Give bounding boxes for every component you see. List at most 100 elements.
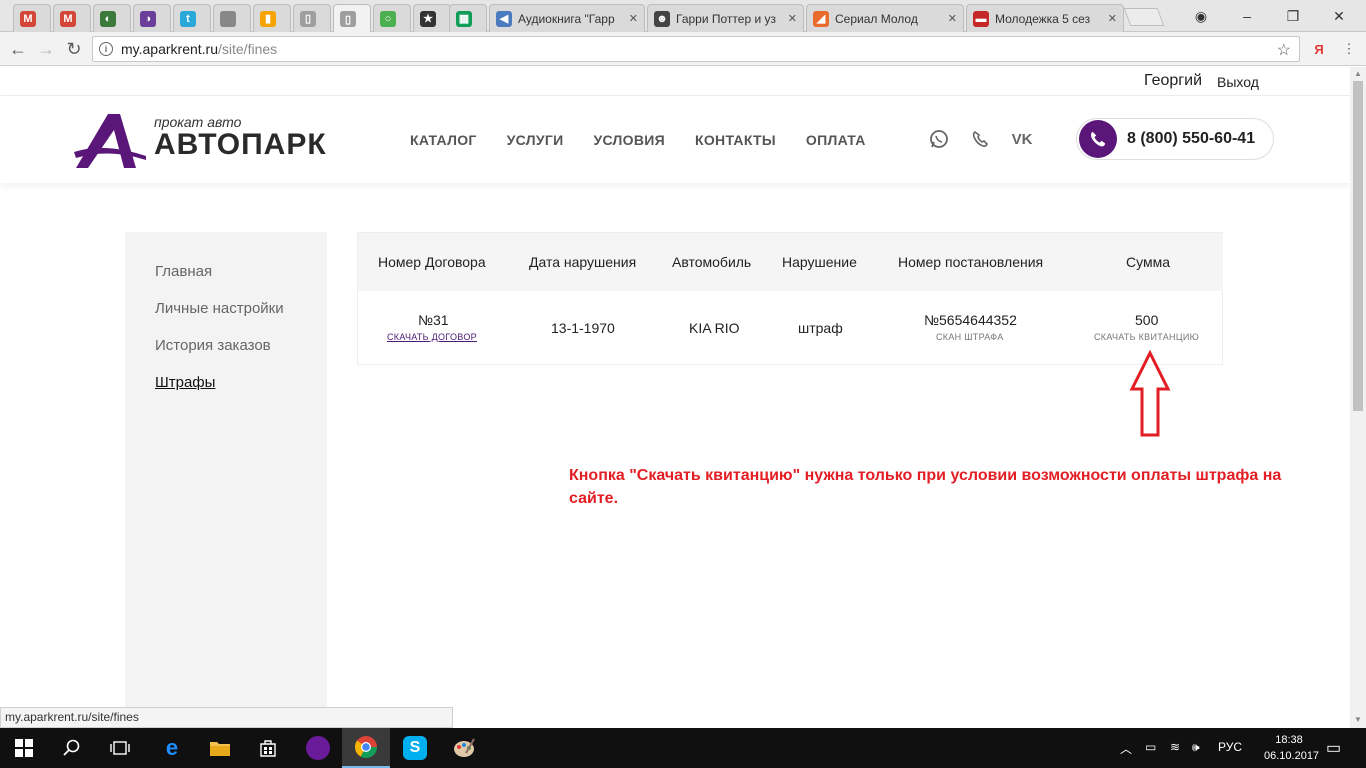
browser-tab[interactable]: ▬ Молодежка 5 сез ✕	[966, 4, 1124, 32]
browser-tab[interactable]: ◢ Сериал Молод ✕	[806, 4, 964, 32]
vk-icon[interactable]: VK	[1011, 128, 1033, 150]
address-bar[interactable]: i my.aparkrent.ru/site/fines ☆	[92, 36, 1300, 62]
document-icon: ▯	[340, 11, 356, 27]
annotation-arrow-icon	[1129, 350, 1171, 437]
sidebar-item-orders[interactable]: История заказов	[155, 337, 271, 354]
page-scrollbar[interactable]: ▲ ▼	[1350, 67, 1366, 728]
wifi-icon[interactable]: ≋	[1170, 740, 1180, 754]
cell-car: KIA RIO	[689, 320, 740, 336]
cell-contract: №31	[418, 312, 449, 328]
app-icon: ◢	[813, 10, 829, 27]
column-header-amount: Сумма	[1126, 254, 1170, 270]
browser-tab[interactable]: ☻ Гарри Поттер и уз ✕	[647, 4, 804, 32]
browser-tab[interactable]: ▯	[333, 4, 371, 33]
browser-tab[interactable]: M	[13, 4, 51, 32]
reload-icon[interactable]: ↻	[62, 37, 86, 61]
scroll-down-icon[interactable]: ▼	[1354, 715, 1362, 724]
logo[interactable]: прокат авто АВТОПАРК	[74, 112, 344, 172]
site-info-icon[interactable]: i	[99, 42, 113, 56]
new-tab-button[interactable]	[1123, 8, 1165, 26]
clock[interactable]: 18:38 06.10.2017	[1264, 732, 1320, 764]
app-icon: t	[180, 10, 196, 27]
store-icon[interactable]	[244, 728, 292, 768]
tab-close-icon[interactable]: ✕	[629, 12, 638, 25]
scroll-up-icon[interactable]: ▲	[1354, 69, 1362, 78]
menu-catalog[interactable]: КАТАЛОГ	[410, 132, 477, 148]
column-header-contract: Номер Договора	[378, 254, 486, 270]
menu-services[interactable]: УСЛУГИ	[507, 132, 564, 148]
browser-tab[interactable]: ○	[373, 4, 411, 32]
profile-icon[interactable]: ◉	[1178, 0, 1224, 32]
tray-chevron-icon[interactable]: ︿	[1120, 740, 1132, 757]
column-header-resolution: Номер постановления	[898, 254, 1044, 270]
browser-menu-icon[interactable]: ⋮	[1340, 40, 1358, 58]
site-header: прокат авто АВТОПАРК КАТАЛОГ УСЛУГИ УСЛО…	[0, 96, 1350, 183]
cell-violation: штраф	[798, 320, 843, 336]
clock-date: 06.10.2017	[1264, 750, 1320, 762]
fine-scan-link[interactable]: СКАН ШТРАФА	[936, 332, 1004, 342]
tab-title: Сериал Молод	[835, 11, 918, 26]
browser-tab[interactable]: ▦	[449, 4, 487, 32]
browser-tab[interactable]: ◐	[93, 4, 131, 32]
tab-close-icon[interactable]: ✕	[788, 12, 797, 25]
purple-app-icon[interactable]	[294, 728, 342, 768]
download-contract-link[interactable]: СКАЧАТЬ ДОГОВОР	[387, 332, 477, 342]
browser-tab[interactable]: M	[53, 4, 91, 32]
windows-taskbar: e S ︿ ▭ ≋ 🕪 РУС 18:38 06.10.2017 ▭	[0, 728, 1366, 768]
file-explorer-icon[interactable]	[196, 728, 244, 768]
task-view-icon[interactable]	[96, 728, 144, 768]
username-link[interactable]: Георгий	[1144, 72, 1202, 90]
cell-date: 13-1-1970	[551, 320, 615, 336]
search-icon[interactable]	[48, 728, 96, 768]
app-icon: ○	[380, 10, 396, 27]
battery-icon[interactable]: ▭	[1145, 740, 1156, 754]
gmail-icon: M	[60, 10, 76, 27]
browser-tab[interactable]: ◑	[133, 4, 171, 32]
sidebar-item-settings[interactable]: Личные настройки	[155, 300, 284, 317]
sidebar-item-fines[interactable]: Штрафы	[155, 374, 215, 391]
volume-icon[interactable]: 🕪	[1192, 740, 1200, 755]
scrollbar-thumb[interactable]	[1353, 81, 1363, 411]
analytics-icon: ▮	[260, 10, 276, 27]
browser-tab[interactable]: ★	[413, 4, 451, 32]
back-icon[interactable]: ←	[6, 37, 30, 61]
gmail-icon: M	[20, 10, 36, 27]
paint-icon[interactable]	[440, 728, 488, 768]
fines-table: Номер Договора Дата нарушения Автомобиль…	[357, 232, 1223, 365]
download-receipt-link[interactable]: СКАЧАТЬ КВИТАНЦИЮ	[1094, 332, 1199, 342]
tab-close-icon[interactable]: ✕	[948, 12, 957, 25]
edge-icon[interactable]: e	[148, 728, 196, 768]
browser-tab[interactable]: ◀ Аудиокнига "Гарр ✕	[489, 4, 645, 32]
logout-link[interactable]: Выход	[1217, 74, 1259, 90]
menu-conditions[interactable]: УСЛОВИЯ	[593, 132, 665, 148]
cell-amount: 500	[1135, 312, 1159, 328]
minimize-button[interactable]: –	[1224, 0, 1270, 32]
face-icon: ☻	[654, 10, 670, 27]
whatsapp-icon[interactable]	[928, 128, 950, 150]
notifications-icon[interactable]: ▭	[1326, 738, 1341, 758]
clock-time: 18:38	[1275, 734, 1303, 746]
skype-icon[interactable]: S	[391, 728, 439, 768]
windows-start-icon[interactable]	[0, 728, 48, 768]
yandex-extension-icon[interactable]: Я	[1310, 40, 1328, 58]
tab-close-icon[interactable]: ✕	[1108, 12, 1117, 25]
tab-strip: ◉ – ❐ ✕ M M ◐ ◑ t ▮ ▯ ▯ ○ ★ ▦ ◀ Аудиокнига "Гарр ✕ ☻ Га…	[0, 0, 1366, 33]
chrome-icon[interactable]	[342, 728, 390, 768]
forward-icon[interactable]: →	[34, 37, 58, 61]
browser-tab[interactable]: t	[173, 4, 211, 32]
viber-icon[interactable]	[970, 128, 992, 150]
browser-tab[interactable]: ▯	[293, 4, 331, 32]
menu-payment[interactable]: ОПЛАТА	[806, 132, 866, 148]
document-icon: ▯	[300, 10, 316, 27]
browser-tab[interactable]	[213, 4, 251, 32]
maximize-button[interactable]: ❐	[1270, 0, 1316, 32]
phone-number: 8 (800) 550-60-41	[1127, 130, 1256, 147]
close-window-button[interactable]: ✕	[1316, 0, 1362, 32]
phone-button[interactable]: 8 (800) 550-60-41	[1076, 118, 1274, 160]
sidebar-item-home[interactable]: Главная	[155, 263, 212, 280]
bookmark-star-icon[interactable]: ☆	[1277, 40, 1291, 60]
app-icon: ▬	[973, 10, 989, 27]
browser-tab[interactable]: ▮	[253, 4, 291, 32]
menu-contacts[interactable]: КОНТАКТЫ	[695, 132, 776, 148]
language-indicator[interactable]: РУС	[1218, 740, 1242, 754]
